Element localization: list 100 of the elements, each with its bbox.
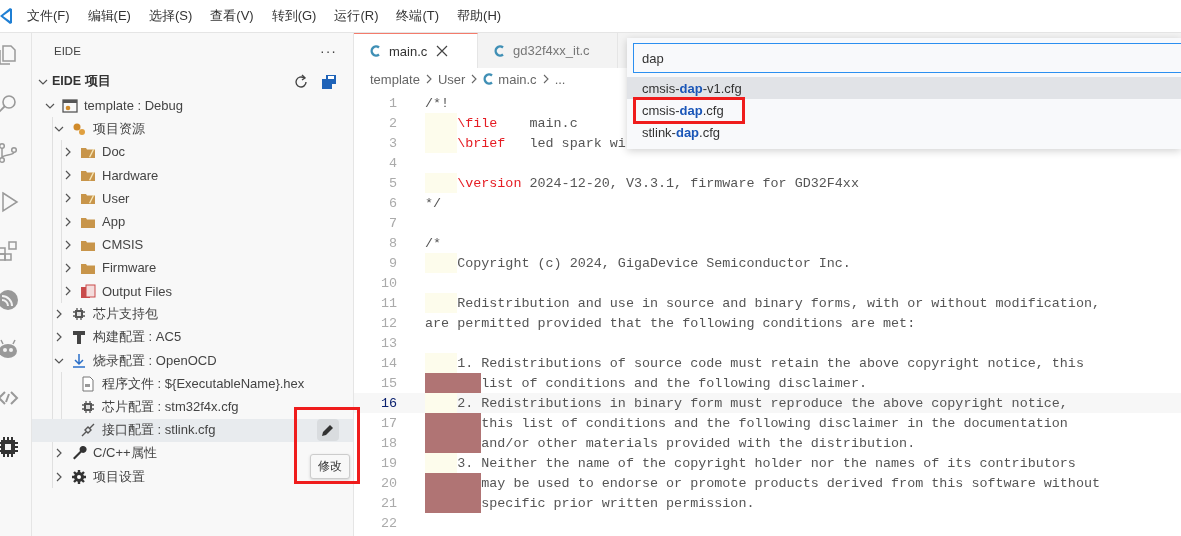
tree-item[interactable]: C/C++属性: [32, 441, 157, 465]
chevron-right-icon[interactable]: [63, 286, 73, 297]
tree-item[interactable]: 项目设置: [32, 465, 145, 489]
quick-pick-item[interactable]: cmsis-dap.cfg: [627, 99, 1181, 121]
c-file-icon: [370, 45, 380, 57]
settings-icon: [71, 468, 87, 485]
chevron-right-icon[interactable]: [63, 216, 73, 227]
tree-item[interactable]: Output Files: [32, 279, 173, 303]
line-number: 12: [379, 315, 398, 331]
tree-item[interactable]: 接口配置 : stlink.cfg: [32, 418, 353, 442]
menu-item[interactable]: 选择(S): [148, 7, 193, 25]
tree-item-label: template : Debug: [84, 98, 183, 114]
c-file-icon: [483, 73, 494, 85]
code-line: Redistribution and use in source and binary forms, with or without modification,: [457, 295, 1100, 311]
tree-item[interactable]: 程序文件 : ${ExecutableName}.hex: [32, 372, 305, 396]
chevron-right-icon[interactable]: [54, 309, 64, 320]
line-number: 14: [379, 355, 398, 371]
quick-pick-item[interactable]: cmsis-dap-v1.cfg: [627, 77, 1181, 99]
tree-item[interactable]: template : Debug: [32, 94, 183, 118]
menu-item[interactable]: 运行(R): [334, 7, 379, 25]
tree-item[interactable]: 芯片配置 : stm32f4x.cfg: [32, 395, 239, 419]
tree-item-label: 接口配置 : stlink.cfg: [102, 421, 216, 440]
breadcrumb-item[interactable]: User: [437, 71, 466, 87]
tree-item[interactable]: Hardware: [32, 163, 159, 187]
menu-item[interactable]: 文件(F): [27, 7, 70, 25]
download-icon: [71, 352, 87, 369]
chip-icon[interactable]: [0, 435, 20, 459]
chevron-right-icon[interactable]: [54, 471, 64, 482]
save-icon[interactable]: [321, 73, 337, 90]
editor-tab[interactable]: main.c: [354, 33, 478, 68]
tree-item[interactable]: 构建配置 : AC5: [32, 325, 182, 350]
chevron-right-icon[interactable]: [54, 332, 64, 343]
line-number: 15: [379, 375, 398, 391]
signal-icon[interactable]: [0, 288, 20, 312]
pencil-icon: [321, 423, 335, 438]
line-number: 16: [379, 395, 398, 411]
file-stack-icon: [80, 283, 96, 300]
menu-item[interactable]: 帮助(H): [457, 7, 502, 25]
play-icon[interactable]: [0, 190, 20, 214]
chevron-right-icon[interactable]: [63, 146, 73, 157]
menu-item[interactable]: 终端(T): [396, 7, 440, 25]
code-line: /*: [425, 235, 442, 251]
line-number: 7: [387, 215, 398, 231]
wrench-icon: [71, 445, 87, 462]
code-line: /*!: [425, 95, 450, 111]
breadcrumb-item[interactable]: main.c: [498, 71, 537, 87]
line-number: 22: [379, 515, 398, 531]
line-number: 6: [387, 195, 398, 211]
tree-item[interactable]: Firmware: [32, 256, 157, 280]
more-actions-button[interactable]: ···: [320, 43, 337, 59]
menu-item[interactable]: 查看(V): [210, 7, 254, 25]
chevron-right-icon: [470, 74, 479, 84]
tree-item[interactable]: Doc: [32, 140, 126, 164]
code-line: and/or other materials provided with the distribution.: [481, 435, 916, 451]
tree-item-label: 芯片支持包: [93, 305, 158, 324]
menu-item[interactable]: 编辑(E): [87, 7, 131, 25]
breadcrumb-item[interactable]: ...: [554, 71, 566, 87]
code-line: are permitted provided that the following conditions are met:: [425, 315, 916, 331]
indent-highlight: [425, 353, 458, 373]
line-number: 11: [379, 295, 398, 311]
tree-item[interactable]: App: [32, 209, 126, 234]
indent-highlight: [425, 453, 458, 473]
tree-item-label: Firmware: [102, 260, 157, 276]
tree-item-label: 项目设置: [93, 467, 145, 486]
chevron-right-icon[interactable]: [63, 262, 73, 273]
chevron-right-icon[interactable]: [54, 448, 64, 459]
tree-item-label: User: [102, 190, 130, 206]
chevron-right-icon[interactable]: [63, 239, 73, 250]
file-icon: [80, 375, 96, 392]
tree-item[interactable]: CMSIS: [32, 233, 144, 257]
section-title: EIDE 项目: [52, 73, 111, 90]
edit-button[interactable]: [317, 419, 339, 442]
search-field[interactable]: dap: [633, 43, 1181, 73]
tree-item-label: 项目资源: [93, 119, 145, 138]
tree-item[interactable]: User: [32, 186, 130, 210]
indent-error-highlight: [425, 473, 482, 493]
code-line: \brief led spark wi: [457, 135, 626, 151]
editor-tab[interactable]: gd32f4xx_it.c: [478, 33, 618, 68]
refresh-icon[interactable]: [293, 73, 309, 90]
line-number: 5: [387, 175, 398, 191]
tooltip: 修改: [310, 453, 350, 479]
close-icon[interactable]: [436, 45, 449, 57]
breadcrumb-item[interactable]: template: [370, 71, 420, 87]
line-number: 9: [387, 255, 398, 271]
line-number: 18: [379, 435, 398, 451]
tree-item[interactable]: 芯片支持包: [32, 302, 158, 326]
code-line: 1. Redistributions of source code must retain the above copyright notice, this: [457, 355, 1084, 371]
code-line: 3. Neither the name of the copyright holder nor the names of its contributors: [457, 455, 1076, 471]
tree-item-label: 烧录配置 : OpenOCD: [93, 351, 217, 370]
branch-icon[interactable]: [0, 141, 20, 165]
section-header[interactable]: EIDE 项目: [32, 69, 353, 94]
tree-item[interactable]: 项目资源: [32, 117, 145, 141]
menu-item[interactable]: 转到(G): [271, 7, 317, 25]
tree-item[interactable]: 烧录配置 : OpenOCD: [32, 349, 217, 373]
code-line: Copyright (c) 2024, GigaDevice Semiconductor Inc.: [457, 255, 851, 271]
quick-pick-item[interactable]: stlink-dap.cfg: [627, 121, 1181, 143]
code-line: */: [425, 195, 442, 211]
robot-icon[interactable]: [0, 337, 20, 361]
chevron-right-icon[interactable]: [63, 193, 73, 204]
chevron-right-icon[interactable]: [63, 170, 73, 181]
